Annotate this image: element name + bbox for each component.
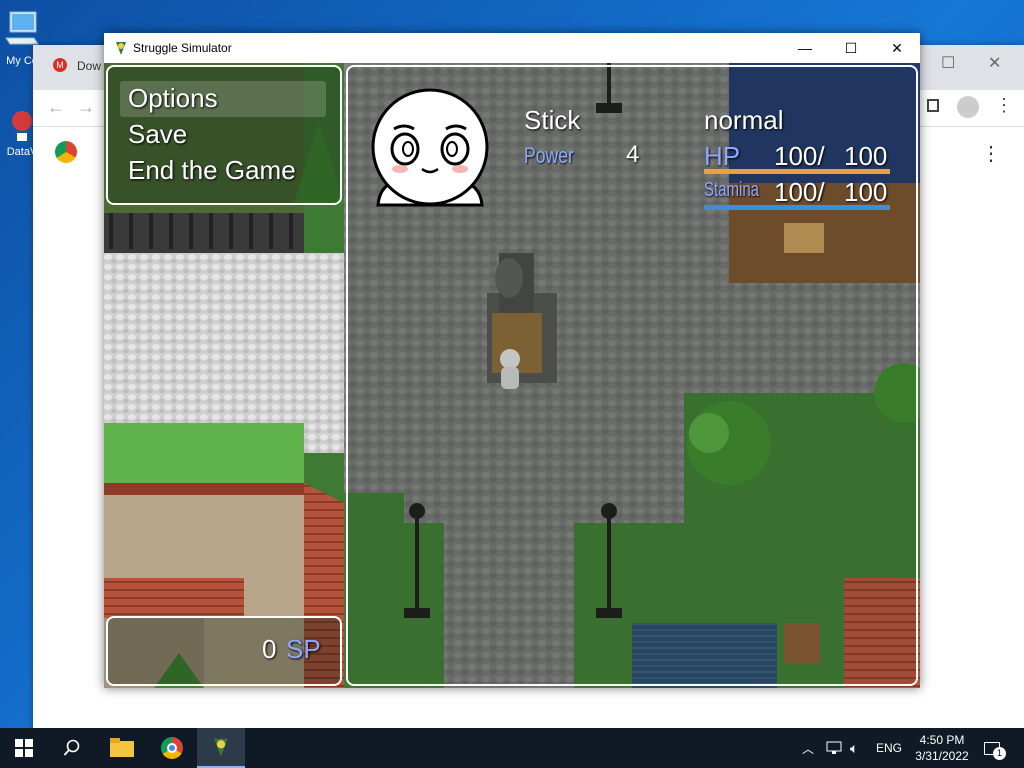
stamina-label: Stamina [704,179,760,201]
profile-icon[interactable] [957,96,979,118]
chrome-menu-icon[interactable]: ⋮ [995,95,1013,116]
menu-item-end-game[interactable]: End the Game [128,155,296,186]
clock[interactable]: 4:50 PM 3/31/2022 [912,728,972,768]
close-button[interactable]: ✕ [874,33,920,63]
menu-item-save[interactable]: Save [128,119,187,150]
sp-window: 0 SP [106,616,342,686]
clock-time: 4:50 PM [919,733,965,747]
game-app-icon [214,738,228,757]
stamina-bar [704,205,890,210]
forward-arrow-icon[interactable]: → [77,97,95,118]
search-icon [63,739,80,756]
chrome-close-button[interactable]: ✕ [988,53,1001,73]
language-indicator[interactable]: ENG [876,728,902,768]
stamina-bar-fill [704,205,890,210]
taskbar-chrome[interactable] [148,728,196,768]
clock-date: 3/31/2022 [915,749,969,763]
action-center-button[interactable]: 1 [984,728,1006,768]
tab-favicon-icon: M [53,58,67,72]
hp-current: 100/ [774,141,825,171]
chrome-tab[interactable]: M Dow [49,55,102,85]
taskbar: ︿ 🔈︎ ENG 4:50 PM 3/31/2022 1 [0,728,1024,768]
chevron-up-icon: ︿ [802,741,815,756]
chrome-maximize-button[interactable]: ☐ [941,53,955,73]
show-hidden-icons[interactable]: ︿ [802,728,814,768]
minimize-button[interactable]: — [782,33,828,63]
tab-label: Dow [77,59,102,73]
volume-icon[interactable]: 🔈︎ [850,728,858,768]
chrome-logo-icon [55,141,77,163]
windows-logo-icon [15,739,33,757]
network-icon[interactable] [826,728,842,768]
maximize-button[interactable]: ☐ [828,33,874,63]
power-label: Power [524,143,574,168]
menu-item-options[interactable]: Options [128,83,218,114]
hp-max: 100 [844,141,888,171]
sp-value: 0 [262,634,277,664]
chrome-icon [161,737,183,759]
hp-bar [704,169,890,174]
sidepanel-icon[interactable] [927,99,939,112]
hp-label: HP [704,141,741,171]
character-name: Stick [524,105,581,135]
sp-unit: SP [286,634,321,664]
status-window: Stick Power 4 normal HP 100/ 100 Stamina… [346,65,918,686]
power-value: 4 [626,141,640,168]
taskbar-struggle-simulator[interactable] [197,728,245,768]
game-canvas[interactable]: Options Save End the Game 0 SP Stick Pow… [104,63,920,688]
taskbar-file-explorer[interactable] [98,728,146,768]
folder-icon [110,738,134,757]
character-state: normal [704,105,784,135]
hp-bar-fill [704,169,890,174]
game-titlebar: Struggle Simulator — ☐ ✕ [104,33,920,63]
game-app-icon [116,42,126,55]
back-arrow-icon[interactable]: ← [47,97,65,118]
character-portrait [371,88,489,207]
window-title: Struggle Simulator [133,41,232,55]
notification-icon: 1 [984,741,1006,760]
start-button[interactable] [0,728,48,768]
stamina-current: 100/ [774,177,825,207]
stamina-max: 100 [844,177,888,207]
menu-window: Options Save End the Game [106,65,342,205]
page-menu-icon[interactable]: ⋮ [981,141,1001,166]
search-button[interactable] [48,728,96,768]
game-window[interactable]: Struggle Simulator — ☐ ✕ Options Save En… [104,33,920,688]
notification-count: 1 [993,746,1006,760]
